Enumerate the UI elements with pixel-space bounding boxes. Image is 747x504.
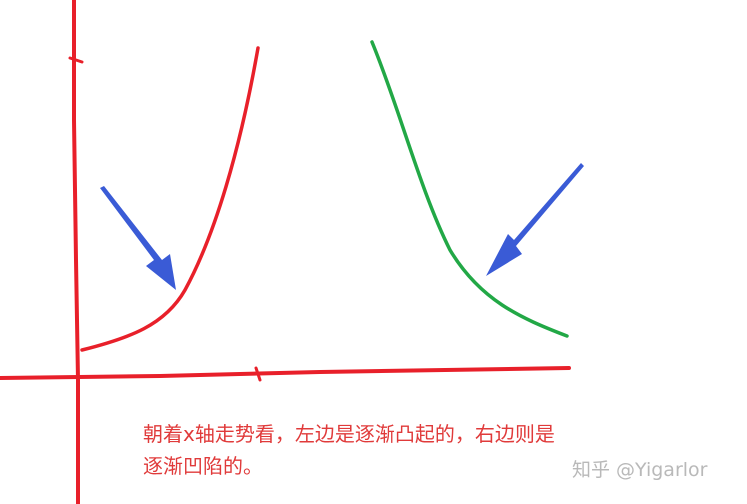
left-arrow bbox=[100, 186, 176, 290]
x-axis bbox=[0, 366, 571, 380]
right-arrow bbox=[486, 163, 584, 276]
canvas: 朝着x轴走势看，左边是逐渐凸起的，右边则是 逐渐凹陷的。 知乎 @Yigarlo… bbox=[0, 0, 747, 504]
y-axis bbox=[72, 0, 80, 504]
watermark: 知乎 @Yigarlor bbox=[572, 459, 708, 481]
right-curve bbox=[370, 40, 569, 338]
y-axis-tick bbox=[68, 56, 84, 64]
caption-line-1: 朝着x轴走势看，左边是逐渐凸起的，右边则是 bbox=[143, 422, 555, 446]
x-axis-tick bbox=[254, 366, 262, 382]
